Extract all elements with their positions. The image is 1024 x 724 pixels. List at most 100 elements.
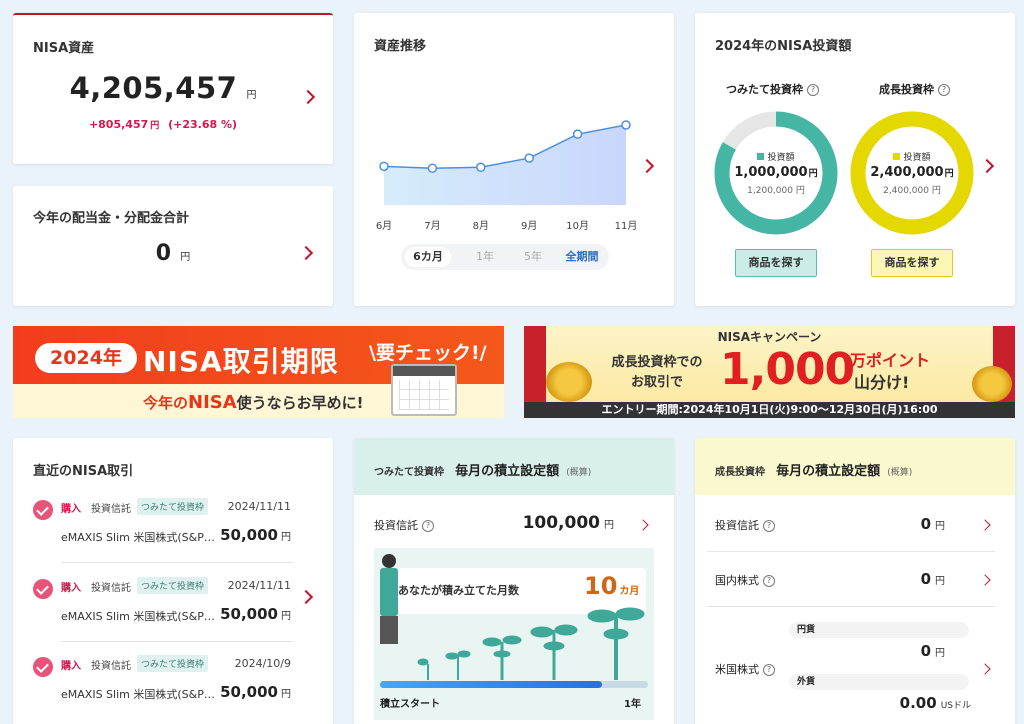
months-label: あなたが積み立てた月数	[398, 584, 519, 597]
trend-point	[621, 120, 631, 130]
domestic-stock-value: 0円	[920, 570, 945, 588]
nisa-assets-card[interactable]: NISA資産 4,205,457 円 +805,457 円 (+23.68 %)	[13, 13, 333, 164]
growth-label: 成長投資枠?	[837, 81, 992, 97]
trade-category: 投資信託	[91, 661, 131, 672]
help-icon[interactable]: ?	[763, 575, 775, 587]
yen-label: 円貨	[789, 622, 969, 638]
trend-x-tick: 8月	[473, 220, 489, 232]
fx-label: 外貨	[789, 674, 969, 690]
campaign-text: 成長投資枠での お取引で	[611, 355, 703, 390]
help-icon[interactable]: ?	[938, 84, 950, 96]
check-circle-icon	[33, 657, 53, 677]
growth-fund-label: 投資信託?	[715, 517, 775, 533]
coin-stack-icon	[546, 362, 592, 402]
trend-x-tick: 6月	[376, 220, 392, 232]
trade-type: 購入	[61, 661, 81, 672]
nisa-campaign-banner[interactable]: NISAキャンペーン 成長投資枠での お取引で 1,000 万ポイント 山分け!…	[524, 326, 1015, 418]
trade-fund-name: eMAXIS Slim 米国株式(S&P…	[61, 610, 215, 623]
trade-row[interactable]: 購入 投資信託 つみたて投資枠 2024/11/11 eMAXIS Slim 米国株式(…	[13, 496, 313, 566]
person-icon-body	[380, 568, 398, 616]
trend-point	[572, 129, 583, 139]
months-progress-fill	[380, 681, 603, 688]
monthly-tsumitate-header: つみたて投資枠 毎月の積立設定額 (概算)	[374, 464, 592, 479]
trade-frame-tag: つみたて投資枠	[137, 498, 209, 515]
monthly-growth-header: 成長投資枠 毎月の積立設定額 (概算)	[715, 464, 913, 479]
tsumitate-donut-text: 投資額 1,000,000円 1,200,000 円	[734, 153, 818, 196]
trend-point	[476, 162, 486, 173]
divider	[707, 606, 995, 607]
help-icon[interactable]: ?	[763, 664, 775, 676]
trade-fund-name: eMAXIS Slim 米国株式(S&P…	[61, 688, 215, 701]
growth-fund-value: 0円	[920, 515, 945, 533]
yen-value: 0円	[920, 642, 945, 660]
check-circle-icon	[33, 579, 53, 599]
find-products-growth-button[interactable]: 商品を探す	[871, 249, 953, 277]
campaign-points: 万ポイント 山分け!	[850, 351, 931, 392]
campaign-period: エントリー期間:2024年10月1日(火)9:00～12月30日(月)16:00	[524, 402, 1015, 418]
find-products-tsumitate-button[interactable]: 商品を探す	[735, 249, 817, 277]
domestic-stock-label: 国内株式?	[715, 572, 775, 588]
dividend-title: 今年の配当金・分配金合計	[33, 211, 190, 226]
asset-trend-card[interactable]: 資産推移 6月 7月 8月 9月 10月 11月 6カ月 1年 5年 全期間	[354, 13, 674, 306]
sprouts-illustration	[417, 607, 645, 680]
trade-date: 2024/10/9	[234, 657, 291, 670]
period-6m[interactable]: 6カ月	[405, 247, 451, 267]
recent-trades-title: 直近のNISA取引	[33, 464, 134, 479]
divider	[61, 562, 293, 563]
fund-value: 100,000 円	[522, 513, 614, 533]
fx-value: 0.00 USドル	[899, 694, 971, 712]
period-1y[interactable]: 1年	[465, 247, 505, 267]
divider	[61, 641, 293, 642]
growth-donut-text: 投資額 2,400,000円 2,400,000 円	[870, 153, 954, 196]
trade-type: 購入	[61, 504, 81, 515]
trade-amount: 50,000 円	[220, 683, 291, 701]
dividend-card[interactable]: 今年の配当金・分配金合計 0 円	[13, 186, 333, 306]
months-panel: あなたが積み立てた月数 10 カ月 積立スタート 1年	[374, 548, 654, 720]
progress-start: 積立スタート	[380, 699, 440, 710]
trend-point	[524, 153, 534, 163]
help-icon[interactable]: ?	[422, 520, 434, 532]
help-icon[interactable]: ?	[763, 520, 775, 532]
person-icon	[382, 554, 396, 568]
banner-check: \要チェック!/	[369, 342, 487, 364]
chevron-right-icon[interactable]	[979, 158, 995, 174]
nisa-investment-title: 2024年のNISA投資額	[715, 39, 852, 54]
trend-x-tick: 9月	[521, 220, 537, 232]
trade-row[interactable]: 購入 投資信託 つみたて投資枠 2024/10/9 eMAXIS Slim 米国株式(S…	[13, 653, 313, 723]
trend-x-tick: 10月	[566, 220, 589, 232]
monthly-growth-card[interactable]: 成長投資枠 毎月の積立設定額 (概算) 投資信託? 0円 国内株式? 0円 米国…	[695, 438, 1015, 724]
trade-frame-tag: つみたて投資枠	[137, 655, 209, 672]
trend-area	[384, 124, 626, 205]
asset-trend-title: 資産推移	[374, 39, 427, 54]
trend-x-tick: 11月	[615, 220, 638, 232]
calendar-icon	[391, 364, 457, 416]
dividend-value: 0 円	[155, 241, 191, 266]
help-icon[interactable]: ?	[807, 84, 819, 96]
trade-row[interactable]: 購入 投資信託 つみたて投資枠 2024/11/11 eMAXIS Slim 米国株式(…	[13, 575, 313, 645]
nisa-assets-gain: +805,457 円 (+23.68 %)	[88, 118, 238, 131]
chevron-right-icon[interactable]	[979, 574, 991, 586]
divider	[707, 551, 995, 552]
trade-amount: 50,000 円	[220, 526, 291, 544]
nisa-deadline-banner[interactable]: 2024年 NISA取引期限 \要チェック!/ 今年のNISA使うならお早めに!	[13, 326, 504, 418]
banner-subtext: 今年のNISA使うならお早めに!	[143, 392, 364, 413]
monthly-tsumitate-card[interactable]: つみたて投資枠 毎月の積立設定額 (概算) 投資信託? 100,000 円 あなた…	[354, 438, 674, 724]
campaign-big-number: 1,000	[720, 344, 855, 395]
period-selector: 6カ月 1年 5年 全期間	[401, 244, 609, 270]
nisa-investment-card[interactable]: 2024年のNISA投資額 つみたて投資枠? 投資額 1,000,000円 1,…	[695, 13, 1015, 306]
chevron-right-icon[interactable]	[637, 519, 649, 531]
nisa-assets-title: NISA資産	[33, 41, 95, 56]
period-all[interactable]: 全期間	[557, 247, 607, 267]
months-value: 10 カ月	[584, 572, 640, 600]
trade-category: 投資信託	[91, 583, 131, 594]
period-5y[interactable]: 5年	[513, 247, 553, 267]
trend-point	[379, 161, 389, 172]
chevron-right-icon[interactable]	[979, 519, 991, 531]
trend-x-tick: 7月	[424, 220, 440, 232]
nisa-assets-value: 4,205,457 円	[69, 71, 257, 105]
trade-amount: 50,000 円	[220, 605, 291, 623]
trade-category: 投資信託	[91, 504, 131, 515]
trade-date: 2024/11/11	[227, 500, 291, 513]
check-circle-icon	[33, 500, 53, 520]
chevron-right-icon[interactable]	[979, 663, 991, 675]
